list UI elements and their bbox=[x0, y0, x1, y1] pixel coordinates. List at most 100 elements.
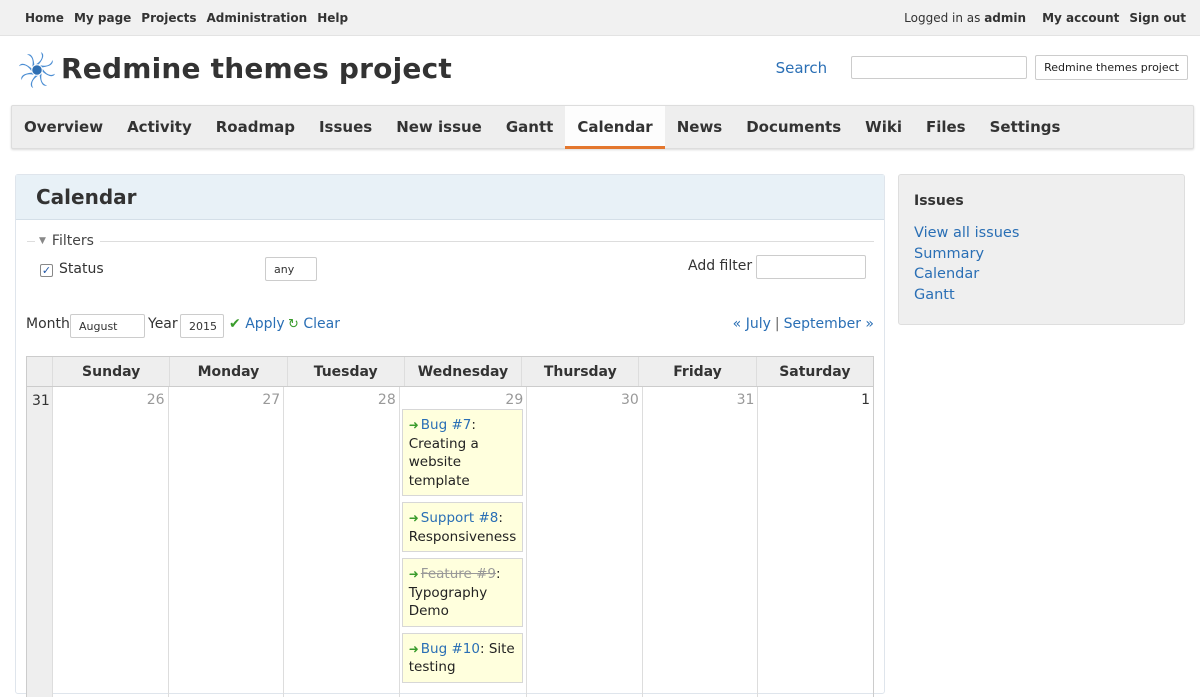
tab-roadmap[interactable]: Roadmap bbox=[204, 106, 307, 148]
issue-subject: Typography Demo bbox=[408, 584, 488, 620]
day-number: 31 bbox=[736, 392, 755, 408]
collapse-triangle-icon[interactable]: ▼ bbox=[39, 236, 46, 246]
calendar-grid: Sunday Monday Tuesday Wednesday Thursday… bbox=[26, 356, 874, 697]
calendar-day-cell: 30 bbox=[527, 387, 643, 697]
month-select[interactable]: August bbox=[70, 314, 145, 338]
header: Redmine themes project Search Redmine th… bbox=[0, 36, 1200, 104]
day-header-friday: Friday bbox=[639, 357, 757, 386]
tab-wiki[interactable]: Wiki bbox=[853, 106, 914, 148]
search-input[interactable] bbox=[851, 56, 1028, 79]
top-menu-help[interactable]: Help bbox=[317, 11, 348, 25]
my-account-link[interactable]: My account bbox=[1042, 11, 1119, 25]
top-menu-my-page[interactable]: My page bbox=[74, 11, 131, 25]
tab-activity[interactable]: Activity bbox=[115, 106, 204, 148]
calendar-day-cell: 28 bbox=[284, 387, 400, 697]
year-select[interactable]: 2015 bbox=[180, 314, 224, 338]
tab-files[interactable]: Files bbox=[914, 106, 978, 148]
clear-button[interactable]: ↻ Clear bbox=[288, 316, 340, 332]
nav-separator: | bbox=[774, 316, 780, 332]
issue-link[interactable]: Feature #9 bbox=[421, 566, 496, 582]
tab-settings[interactable]: Settings bbox=[978, 106, 1073, 148]
add-filter-select[interactable] bbox=[756, 255, 866, 279]
tab-documents[interactable]: Documents bbox=[734, 106, 853, 148]
calendar-day-cell: 1 bbox=[758, 387, 873, 697]
main-menu: Overview Activity Roadmap Issues New iss… bbox=[11, 105, 1194, 149]
status-checkbox[interactable]: ✓ bbox=[40, 264, 53, 277]
reload-icon: ↻ bbox=[288, 317, 299, 332]
clear-label: Clear bbox=[303, 316, 340, 332]
day-header-thursday: Thursday bbox=[522, 357, 640, 386]
calendar-day-cell: 31 bbox=[643, 387, 759, 697]
next-month-link[interactable]: September » bbox=[784, 316, 874, 332]
filters-fieldset: ▼ Filters ✓ Status any Add filter bbox=[27, 233, 874, 287]
filters-legend-label: Filters bbox=[51, 233, 94, 249]
calendar-day-cell: 26 bbox=[53, 387, 169, 697]
calendar-issue: ➜ Support #8: Responsiveness bbox=[401, 502, 524, 552]
top-menu-home[interactable]: Home bbox=[25, 11, 64, 25]
calendar-day-cell: 27 bbox=[169, 387, 285, 697]
month-label: Month bbox=[26, 316, 70, 332]
filters-legend[interactable]: ▼ Filters bbox=[27, 233, 874, 249]
quick-search: Search Redmine themes project bbox=[776, 55, 1188, 80]
sidebar-link-calendar[interactable]: Calendar bbox=[914, 264, 1169, 285]
arrow-right-icon: ➜ bbox=[408, 418, 419, 432]
project-title: Redmine themes project bbox=[61, 52, 452, 85]
status-operator-select[interactable]: any bbox=[265, 257, 317, 281]
logged-in-as: Logged in as admin bbox=[904, 11, 1026, 25]
calendar-issue: ➜ Bug #10: Site testing bbox=[401, 632, 524, 683]
checkmark-icon: ✔ bbox=[229, 316, 241, 332]
page-title: Calendar bbox=[16, 175, 884, 220]
sidebar: Issues View all issues Summary Calendar … bbox=[898, 174, 1185, 325]
issue-subject: Creating a website template bbox=[408, 435, 479, 489]
content-panel: Calendar ▼ Filters ✓ Status any Add filt… bbox=[15, 174, 885, 697]
top-menu-administration[interactable]: Administration bbox=[207, 11, 308, 25]
day-number: 29 bbox=[505, 392, 524, 408]
day-header-wednesday: Wednesday bbox=[405, 357, 523, 386]
issue-link[interactable]: Support #8 bbox=[421, 510, 499, 526]
tab-new-issue[interactable]: New issue bbox=[384, 106, 494, 148]
calendar-week-row: 31 26 27 28 29 ➜ Bug #7: Creating a websi… bbox=[26, 387, 874, 697]
top-menu-projects[interactable]: Projects bbox=[141, 11, 196, 25]
arrow-right-icon: ➜ bbox=[408, 511, 419, 525]
sidebar-link-view-all-issues[interactable]: View all issues bbox=[914, 223, 1169, 244]
arrow-right-icon: ➜ bbox=[408, 567, 419, 581]
apply-button[interactable]: ✔ Apply bbox=[229, 316, 285, 332]
calendar-header: Sunday Monday Tuesday Wednesday Thursday… bbox=[26, 356, 874, 387]
day-header-saturday: Saturday bbox=[779, 364, 851, 380]
tab-issues[interactable]: Issues bbox=[307, 106, 384, 148]
add-filter-label: Add filter bbox=[688, 258, 753, 274]
day-number: 30 bbox=[621, 392, 639, 408]
tab-overview[interactable]: Overview bbox=[12, 106, 115, 148]
month-navigation: « July | September » bbox=[733, 316, 874, 332]
prev-month-link[interactable]: « July bbox=[733, 316, 771, 332]
tab-calendar[interactable]: Calendar bbox=[565, 106, 666, 149]
day-number: 26 bbox=[146, 392, 165, 408]
sign-out-link[interactable]: Sign out bbox=[1129, 11, 1186, 25]
sidebar-link-gantt[interactable]: Gantt bbox=[914, 285, 1169, 306]
status-filter-row: ✓ Status any Add filter bbox=[27, 255, 874, 287]
search-link[interactable]: Search bbox=[776, 59, 828, 77]
issue-link[interactable]: Bug #10 bbox=[421, 641, 480, 657]
user-link[interactable]: admin bbox=[984, 11, 1026, 25]
redmine-logo-icon bbox=[18, 51, 56, 89]
period-controls: Month August Year 2015 ✔ Apply ↻ Clear «… bbox=[26, 314, 874, 340]
project-jump-select[interactable]: Redmine themes project bbox=[1035, 55, 1188, 80]
calendar-issue: ➜ Feature #9: Typography Demo bbox=[401, 558, 524, 627]
day-header-tuesday: Tuesday bbox=[288, 357, 405, 386]
tab-gantt[interactable]: Gantt bbox=[494, 106, 565, 148]
apply-label: Apply bbox=[245, 316, 285, 332]
tab-news[interactable]: News bbox=[665, 106, 735, 148]
day-number: 27 bbox=[262, 392, 281, 408]
top-menu-left: Home My page Projects Administration Hel… bbox=[25, 11, 348, 25]
day-header-monday: Monday bbox=[170, 357, 288, 386]
status-filter-label: Status bbox=[59, 261, 104, 277]
sidebar-link-summary[interactable]: Summary bbox=[914, 244, 1169, 265]
day-number: 28 bbox=[377, 392, 396, 408]
day-number: 1 bbox=[861, 392, 870, 408]
logged-in-prefix: Logged in as bbox=[904, 10, 981, 25]
calendar-issue: ➜ Bug #7: Creating a website template bbox=[401, 409, 524, 496]
year-label: Year bbox=[148, 316, 178, 332]
issue-link[interactable]: Bug #7 bbox=[421, 417, 472, 433]
arrow-right-icon: ➜ bbox=[408, 641, 419, 656]
calendar-day-cell: 29 ➜ Bug #7: Creating a website template … bbox=[400, 387, 528, 697]
